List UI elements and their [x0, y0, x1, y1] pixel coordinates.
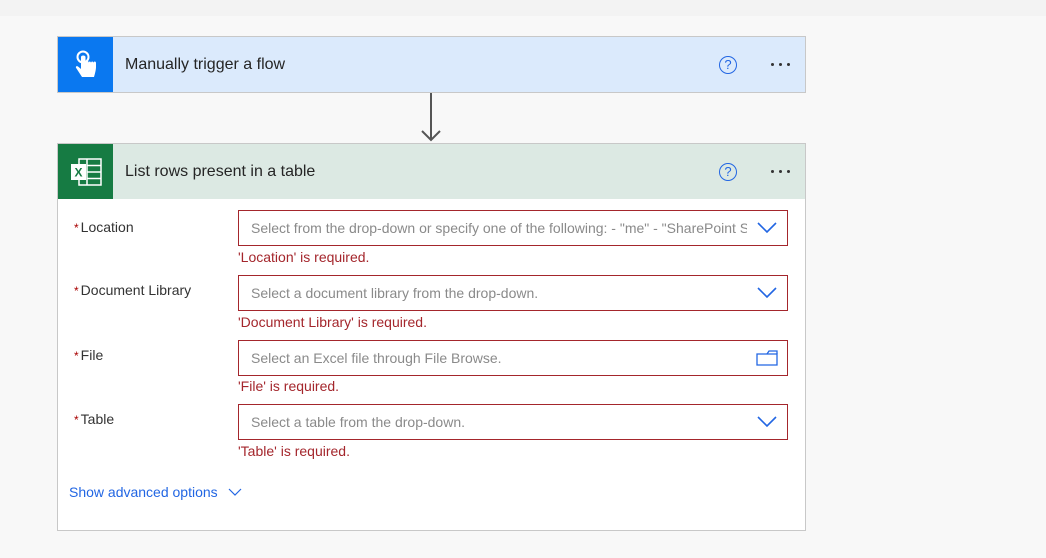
field-label-text: Document Library	[80, 282, 192, 298]
file-input[interactable]: Select an Excel file through File Browse…	[238, 340, 788, 376]
trigger-card[interactable]: Manually trigger a flow ?	[57, 36, 806, 93]
action-card-title: List rows present in a table	[125, 162, 316, 180]
field-label-table: * Table	[74, 411, 114, 427]
field-label-text: Location	[80, 219, 134, 235]
action-card[interactable]: X List rows present in a table ? * Locati…	[57, 143, 806, 531]
help-icon[interactable]: ?	[719, 162, 737, 181]
touch-hand-icon	[58, 37, 113, 92]
excel-icon: X	[58, 144, 113, 199]
trigger-card-title: Manually trigger a flow	[125, 55, 286, 73]
file-error: 'File' is required.	[238, 378, 340, 394]
arrow-down-icon	[421, 93, 441, 142]
document-library-error: 'Document Library' is required.	[238, 314, 427, 330]
location-placeholder: Select from the drop-down or specify one…	[251, 220, 747, 236]
help-icon[interactable]: ?	[719, 55, 737, 74]
table-error: 'Table' is required.	[238, 443, 350, 459]
top-bar	[0, 0, 1046, 16]
required-mark: *	[74, 349, 79, 363]
chevron-down-icon[interactable]	[747, 287, 787, 299]
more-options-icon[interactable]	[771, 59, 790, 70]
field-label-text: File	[80, 347, 104, 363]
required-mark: *	[74, 413, 79, 427]
table-placeholder: Select a table from the drop-down.	[251, 414, 466, 430]
chevron-down-icon	[228, 488, 242, 496]
required-mark: *	[74, 284, 79, 298]
folder-icon[interactable]	[747, 350, 787, 366]
chevron-down-icon[interactable]	[747, 416, 787, 428]
chevron-down-icon[interactable]	[747, 222, 787, 234]
trigger-card-header[interactable]: Manually trigger a flow ?	[58, 37, 805, 92]
action-card-header[interactable]: X List rows present in a table ?	[58, 144, 805, 199]
show-advanced-options-button[interactable]: Show advanced options	[69, 484, 242, 500]
svg-text:X: X	[74, 165, 82, 179]
document-library-placeholder: Select a document library from the drop-…	[251, 285, 539, 301]
field-label-text: Table	[80, 411, 115, 427]
field-label-location: * Location	[74, 219, 134, 235]
field-label-file: * File	[74, 347, 103, 363]
location-dropdown[interactable]: Select from the drop-down or specify one…	[238, 210, 788, 246]
table-dropdown[interactable]: Select a table from the drop-down.	[238, 404, 788, 440]
file-placeholder: Select an Excel file through File Browse…	[251, 350, 502, 366]
field-label-document-library: * Document Library	[74, 282, 191, 298]
more-options-icon[interactable]	[771, 166, 790, 177]
show-advanced-options-label: Show advanced options	[69, 484, 218, 500]
document-library-dropdown[interactable]: Select a document library from the drop-…	[238, 275, 788, 311]
location-error: 'Location' is required.	[238, 249, 370, 265]
required-mark: *	[74, 221, 79, 235]
